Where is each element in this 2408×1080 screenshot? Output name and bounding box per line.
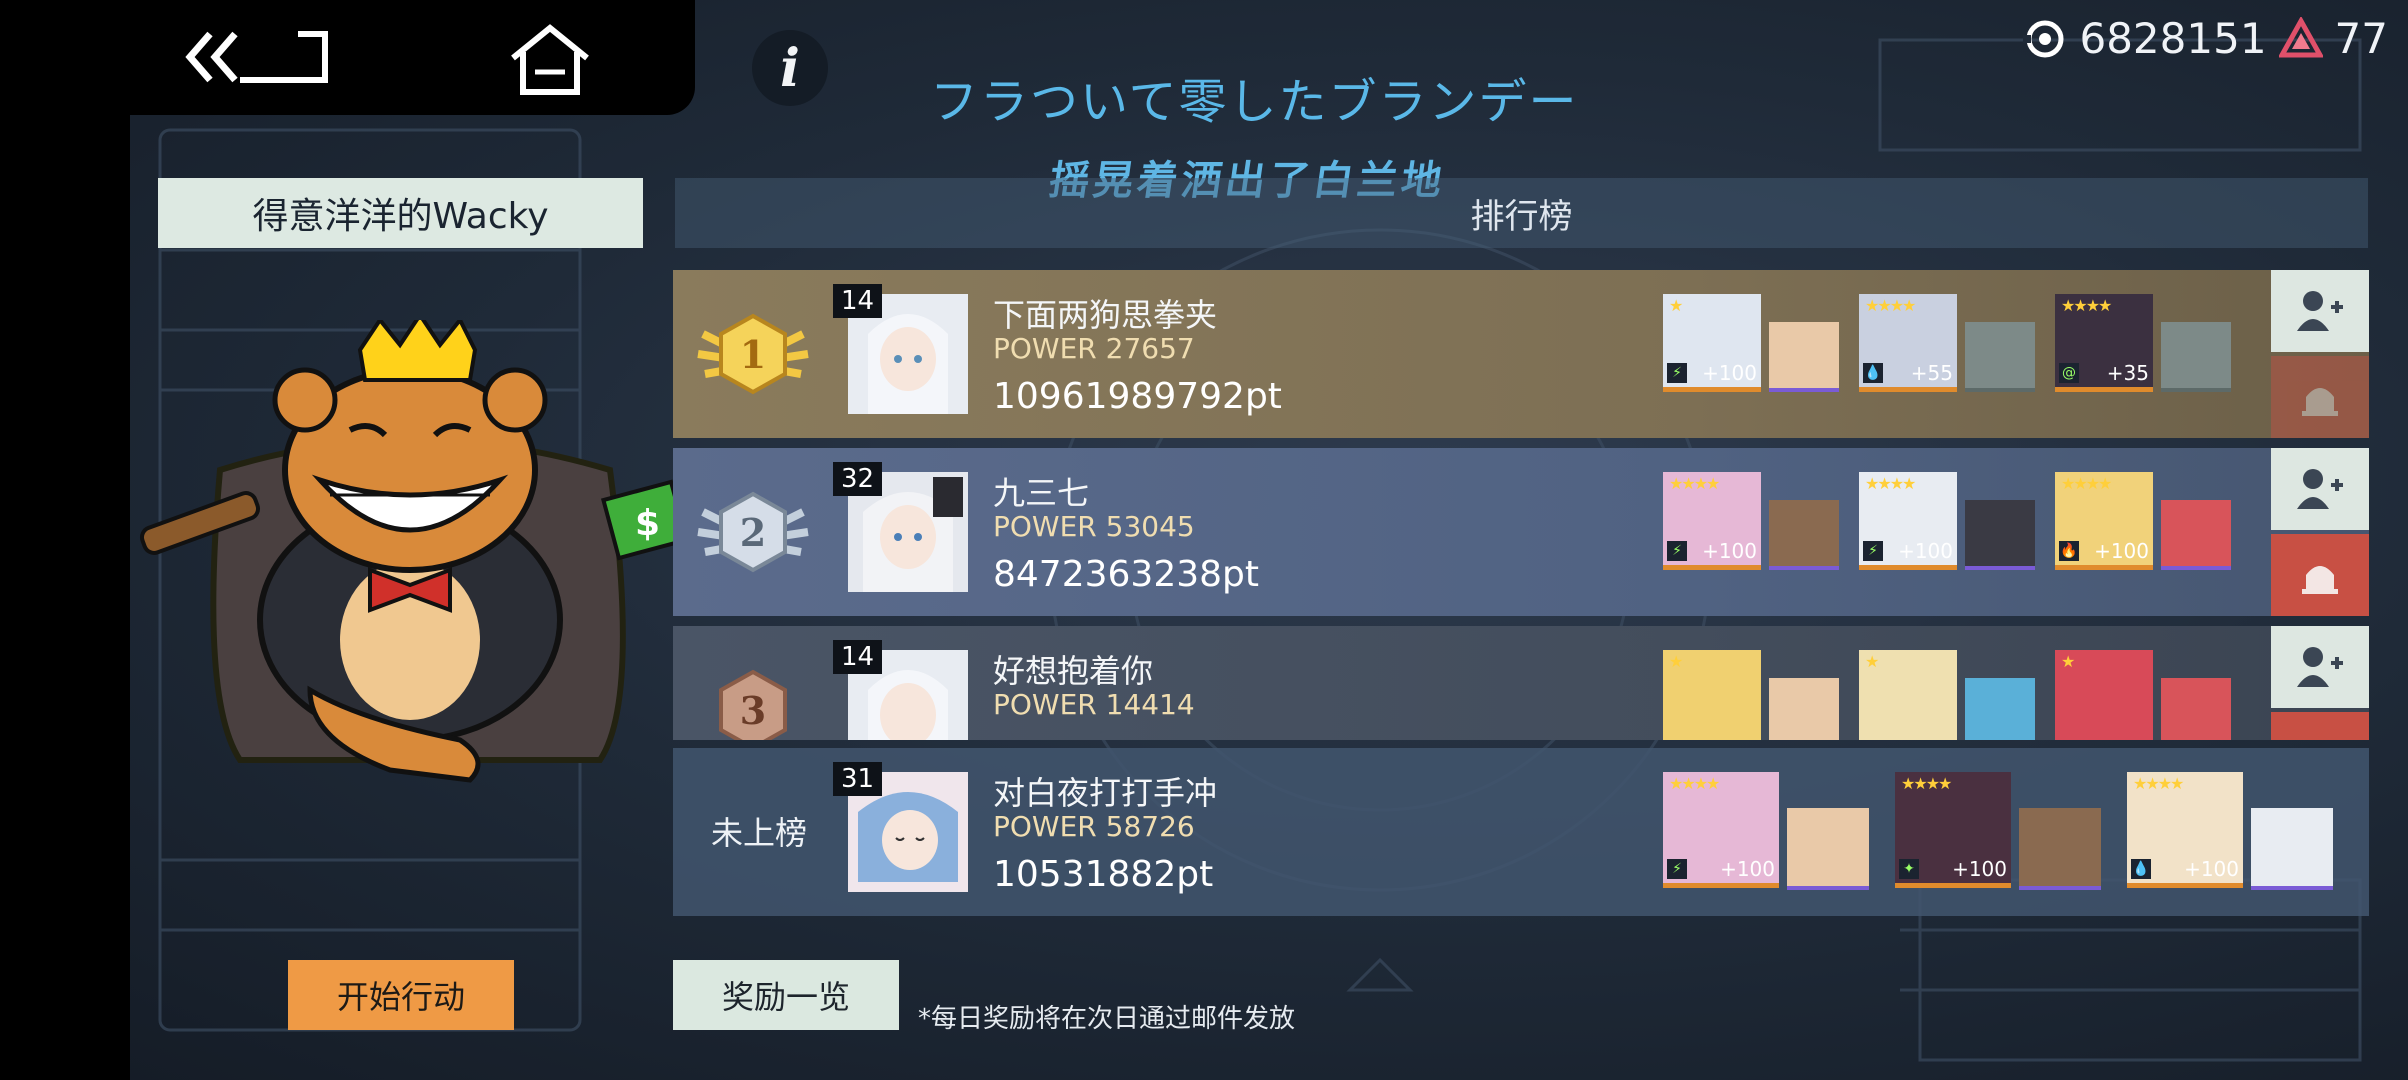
add-friend-button[interactable] xyxy=(2271,270,2369,352)
team-character[interactable]: ★★★★ 💧 +55 xyxy=(1859,294,1957,392)
leaderboard-row-2[interactable]: 2 32 九三七 POWER 53045 8472363238pt ★★★★ ⚡… xyxy=(673,448,2369,616)
add-friend-button[interactable] xyxy=(2271,448,2369,530)
gold-rank-medal-icon: 1 xyxy=(697,313,809,395)
start-action-button[interactable]: 开始行动 xyxy=(288,960,514,1030)
top-nav-panel xyxy=(0,0,695,115)
team-support-character[interactable] xyxy=(1965,500,2035,570)
team-support-character[interactable] xyxy=(2161,678,2231,740)
team-character[interactable]: ★ xyxy=(2055,650,2153,740)
team-character[interactable]: ★★★★ @ +35 xyxy=(2055,294,2153,392)
home-icon xyxy=(511,24,589,95)
team-support-character[interactable] xyxy=(1787,808,1869,890)
player-name: 九三七 xyxy=(993,474,1090,512)
team-character[interactable]: ★★★★ ⚡ +100 xyxy=(1859,472,1957,570)
currency-bar: 6828151 77 xyxy=(2023,14,2388,63)
leaderboard-row-3[interactable]: 3 14 好想抱着你 POWER 14414 ★ ★ ★ xyxy=(673,626,2369,740)
reward-list-label: 奖励一览 xyxy=(721,978,850,1016)
home-button[interactable] xyxy=(505,20,595,100)
my-rank-label: 未上榜 xyxy=(711,814,808,852)
row-actions xyxy=(2271,626,2369,740)
team-support-character[interactable] xyxy=(2251,808,2333,890)
player-power: POWER 27657 xyxy=(993,332,1195,365)
team-support-character[interactable] xyxy=(1769,500,1839,570)
leaderboard-row-1[interactable]: 1 14 下面两狗思拳夹 POWER 27657 10961989792pt ★… xyxy=(673,270,2369,438)
add-friend-icon xyxy=(2297,647,2343,687)
team-empty-slot[interactable] xyxy=(2161,322,2231,392)
add-friend-icon xyxy=(2297,291,2343,331)
gem-currency-icon xyxy=(2023,20,2064,57)
bronze-rank-medal-icon: 3 xyxy=(719,669,787,740)
row-actions xyxy=(2271,270,2369,438)
team-lineup: ★ ★ ★ xyxy=(1663,650,2263,740)
team-character[interactable]: ★ xyxy=(1663,650,1761,740)
stamina-count: 77 xyxy=(2334,14,2388,63)
player-name: 下面两狗思拳夹 xyxy=(993,296,1218,334)
info-icon: i xyxy=(780,37,800,99)
player-name: 得意洋洋的Wacky xyxy=(252,196,549,237)
alarm-icon xyxy=(2302,566,2338,594)
my-team-lineup: ★★★★ ⚡ +100 ★★★★ ✦ +100 ★★★★ 💧 +100 xyxy=(1663,772,2343,890)
stamina-triangle-icon xyxy=(2278,16,2323,57)
row-actions xyxy=(2271,448,2369,616)
my-name: 对白夜打打手冲 xyxy=(993,774,1218,812)
start-action-label: 开始行动 xyxy=(336,978,465,1016)
svg-text:$: $ xyxy=(635,503,660,544)
team-support-character[interactable] xyxy=(1769,322,1839,392)
my-ranking-row: 未上榜 31 对白夜打打手冲 POWER 58726 10531882pt ★★… xyxy=(673,748,2369,916)
team-support-character[interactable] xyxy=(2019,808,2101,890)
team-support-character[interactable] xyxy=(2161,500,2231,570)
player-points: 8472363238pt xyxy=(993,554,1260,595)
leaderboard-list[interactable]: 1 14 下面两狗思拳夹 POWER 27657 10961989792pt ★… xyxy=(673,270,2369,740)
team-character[interactable]: ★★★★ 🔥 +100 xyxy=(2055,472,2153,570)
player-points: 10961989792pt xyxy=(993,376,1282,417)
team-lineup: ★ ⚡ +100 ★★★★ 💧 +55 ★★★★ @ +35 xyxy=(1663,294,2263,404)
team-character[interactable]: ★ xyxy=(1859,650,1957,740)
my-level: 31 xyxy=(833,762,883,796)
alarm-icon xyxy=(2302,388,2338,416)
team-support-character[interactable] xyxy=(1769,678,1839,740)
team-empty-slot[interactable] xyxy=(1965,322,2035,392)
my-points: 10531882pt xyxy=(993,854,1214,895)
team-lineup: ★★★★ ⚡ +100 ★★★★ ⚡ +100 ★★★★ 🔥 +100 xyxy=(1663,472,2263,582)
event-title: フラついて零したブランデー xyxy=(930,74,1579,130)
svg-text:1: 1 xyxy=(740,332,766,377)
left-edge-bar xyxy=(0,0,130,1080)
mascot-bear-illustration: $ xyxy=(139,320,690,783)
player-name: 好想抱着你 xyxy=(993,652,1154,690)
info-button[interactable]: i xyxy=(752,30,828,106)
double-chevron-left-icon xyxy=(185,31,328,83)
player-level: 14 xyxy=(833,284,883,318)
daily-reward-note: *每日奖励将在次日通过邮件发放 xyxy=(918,1004,1296,1034)
player-name-box: 得意洋洋的Wacky xyxy=(158,178,643,248)
svg-text:2: 2 xyxy=(740,510,766,555)
report-button[interactable] xyxy=(2271,534,2369,616)
leaderboard-title: 排行榜 xyxy=(1470,196,1573,237)
report-button[interactable] xyxy=(2271,712,2369,740)
team-character[interactable]: ★★★★ 💧 +100 xyxy=(2127,772,2243,888)
back-button[interactable] xyxy=(180,22,340,92)
reward-list-button[interactable]: 奖励一览 xyxy=(673,960,899,1030)
team-character[interactable]: ★★★★ ⚡ +100 xyxy=(1663,472,1761,570)
report-button[interactable] xyxy=(2271,356,2369,438)
player-power: POWER 14414 xyxy=(993,688,1195,721)
team-character[interactable]: ★ ⚡ +100 xyxy=(1663,294,1761,392)
my-power: POWER 58726 xyxy=(993,810,1195,843)
player-level: 32 xyxy=(833,462,883,496)
add-friend-button[interactable] xyxy=(2271,626,2369,708)
leaderboard-header: 排行榜 xyxy=(675,178,2368,248)
player-level: 14 xyxy=(833,640,883,674)
silver-rank-medal-icon: 2 xyxy=(697,491,809,573)
svg-text:3: 3 xyxy=(740,688,766,733)
player-power: POWER 53045 xyxy=(993,510,1195,543)
team-support-character[interactable] xyxy=(1965,678,2035,740)
team-character[interactable]: ★★★★ ⚡ +100 xyxy=(1663,772,1779,888)
team-character[interactable]: ★★★★ ✦ +100 xyxy=(1895,772,2011,888)
gem-count: 6828151 xyxy=(2079,14,2267,63)
event-ranking-screen: i 6828151 77 フラついて零したブランデー 摇晃着洒出了白兰地 得意洋… xyxy=(0,0,2408,1080)
add-friend-icon xyxy=(2297,469,2343,509)
